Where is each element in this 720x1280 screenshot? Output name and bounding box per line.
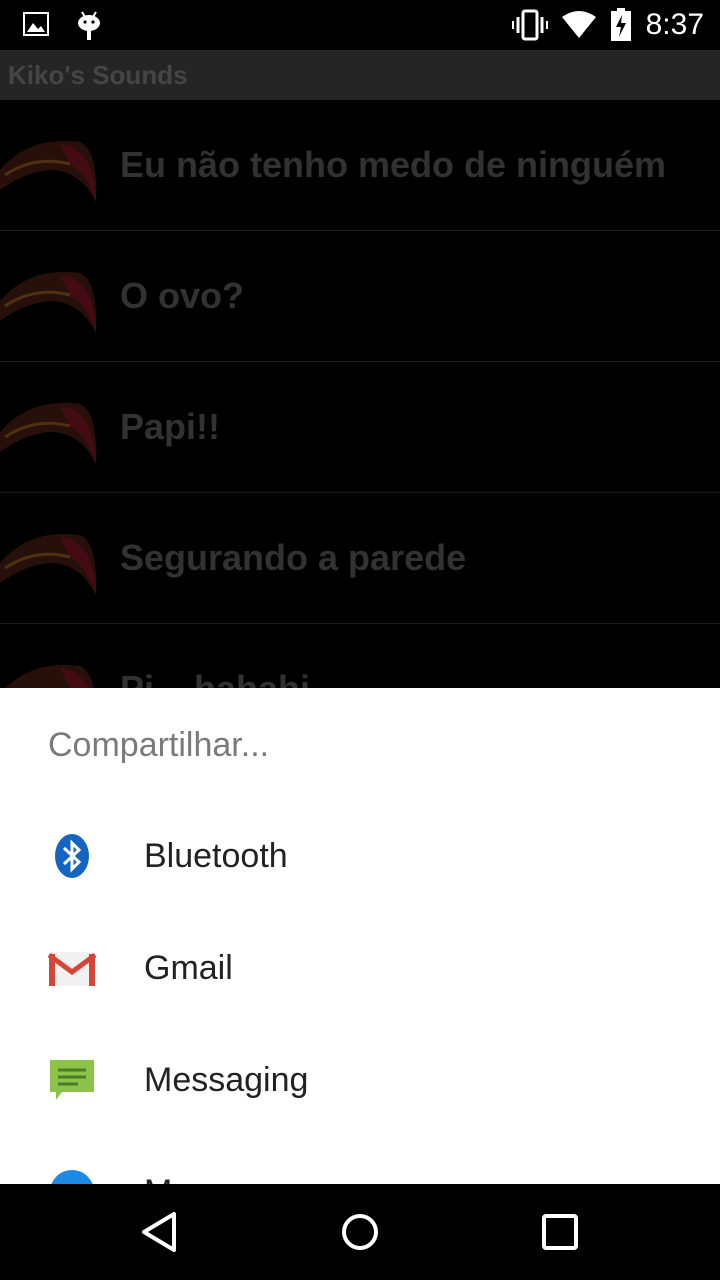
recents-icon[interactable] xyxy=(534,1206,586,1258)
share-option-label: Bluetooth xyxy=(144,836,288,875)
clock: 8:37 xyxy=(645,8,704,41)
navigation-bar xyxy=(0,1184,720,1280)
bluetooth-icon xyxy=(55,834,89,878)
share-sheet: Compartilhar... Bluetooth Gmail Messagin… xyxy=(0,688,720,1184)
vibrate-icon xyxy=(511,9,548,41)
messenger-icon xyxy=(51,1170,93,1184)
battery-charging-icon xyxy=(610,8,631,41)
share-option-gmail[interactable]: Gmail xyxy=(0,912,720,1024)
gmail-icon xyxy=(48,952,96,986)
share-option-label: Messaging xyxy=(144,1060,309,1099)
wifi-icon xyxy=(561,11,596,38)
dim-scrim[interactable] xyxy=(0,50,720,688)
back-icon[interactable] xyxy=(134,1206,186,1258)
share-option-bluetooth[interactable]: Bluetooth xyxy=(0,800,720,912)
android-notification-icon xyxy=(78,11,100,40)
share-option-label: Gmail xyxy=(144,948,233,987)
status-bar: 8:37 xyxy=(0,0,720,50)
share-option-label: M... xyxy=(144,1173,201,1185)
image-notification-icon xyxy=(23,12,49,36)
share-option-messenger[interactable]: M... xyxy=(0,1136,720,1184)
home-icon[interactable] xyxy=(334,1206,386,1258)
messaging-icon xyxy=(50,1060,94,1100)
share-sheet-title: Compartilhar... xyxy=(48,726,270,764)
share-option-messaging[interactable]: Messaging xyxy=(0,1024,720,1136)
